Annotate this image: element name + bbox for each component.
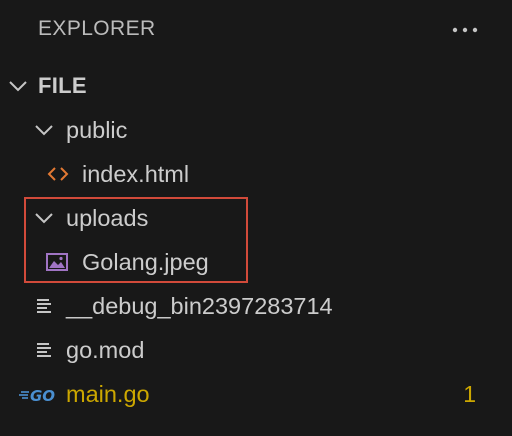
tree-item-label: FILE [38, 73, 87, 98]
tree-item-label: go.mod [66, 337, 145, 363]
problem-count-badge: 1 [463, 381, 476, 407]
explorer-header: EXPLORER [0, 0, 512, 60]
tree-item-label: public [66, 117, 128, 143]
explorer-title: EXPLORER [38, 17, 156, 40]
image-file-icon [46, 253, 68, 271]
more-actions-button[interactable] [448, 18, 482, 42]
tree-item-file-root[interactable]: FILE [0, 64, 512, 108]
tree-item-go-mod[interactable]: go.mod [0, 328, 512, 372]
tree-item-debug-bin[interactable]: __debug_bin2397283714 [0, 284, 512, 328]
tree-item-main-go[interactable]: GO main.go 1 [0, 372, 512, 416]
chevron-down-icon [9, 81, 27, 92]
tree-item-uploads[interactable]: uploads [0, 196, 512, 240]
tree-item-label: main.go [66, 381, 150, 407]
chevron-down-icon [35, 125, 53, 136]
go-gopher-icon: GO [19, 387, 55, 405]
tree-item-golang-jpeg[interactable]: Golang.jpeg [0, 240, 512, 284]
text-lines-icon [37, 343, 51, 357]
ellipsis-icon [452, 27, 478, 33]
tree-item-label: uploads [66, 205, 149, 231]
go-icon-text: GO [30, 387, 55, 405]
tree-item-label: Golang.jpeg [82, 249, 209, 275]
tree-item-index-html[interactable]: index.html [0, 152, 512, 196]
tree-item-label: __debug_bin2397283714 [66, 293, 333, 319]
tree-item-public[interactable]: public [0, 108, 512, 152]
text-lines-icon [37, 299, 51, 313]
tree-item-label: index.html [82, 161, 190, 187]
html-code-icon [47, 167, 69, 181]
chevron-down-icon [35, 213, 53, 224]
